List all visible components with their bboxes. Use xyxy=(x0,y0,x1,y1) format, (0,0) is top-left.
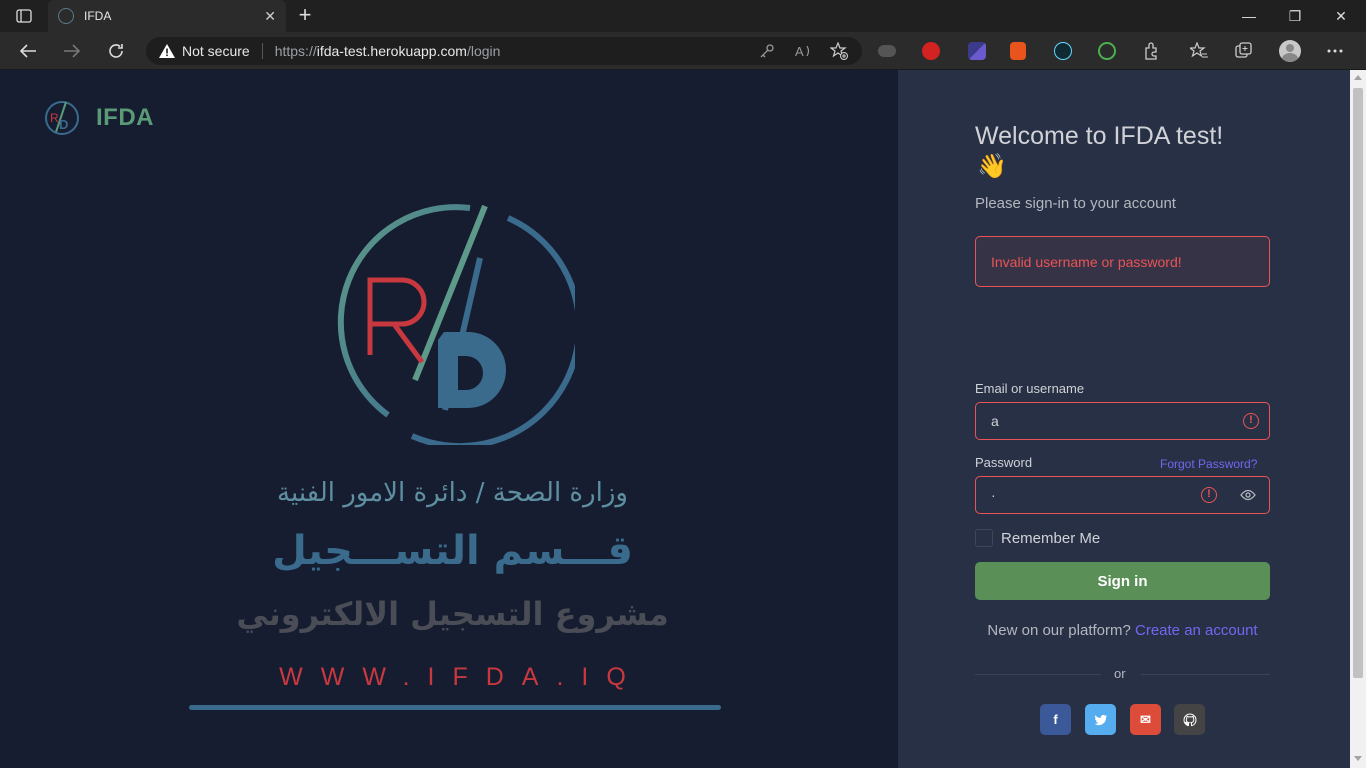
add-favorite-icon[interactable] xyxy=(830,42,848,60)
tab-actions-icon[interactable] xyxy=(8,6,40,26)
twitter-icon xyxy=(1094,714,1107,725)
department-text: قـــسم التســـجيل xyxy=(272,528,633,574)
url-path: /login xyxy=(466,43,501,59)
signin-subtitle: Please sign-in to your account xyxy=(975,195,1176,212)
email-value: a xyxy=(991,413,999,429)
github-button[interactable] xyxy=(1174,704,1205,735)
password-field[interactable]: · xyxy=(975,476,1270,514)
back-button[interactable] xyxy=(16,39,40,63)
create-account-link[interactable]: Create an account xyxy=(1135,622,1258,639)
remember-me-checkbox[interactable] xyxy=(975,529,993,547)
minimize-button[interactable]: — xyxy=(1226,0,1272,32)
new-tab-button[interactable]: + xyxy=(295,3,315,27)
not-secure-label[interactable]: Not secure xyxy=(182,43,250,59)
read-aloud-icon[interactable]: A xyxy=(795,43,813,59)
browser-tabbar: IFDA ✕ + — ❐ ✕ xyxy=(0,0,1366,32)
rd-logo-image xyxy=(337,204,575,445)
extension-adblock-icon[interactable] xyxy=(922,42,940,60)
extensions-icon[interactable] xyxy=(1142,42,1160,60)
extension-pen-icon[interactable] xyxy=(968,42,986,60)
scroll-up-arrow-icon[interactable] xyxy=(1354,75,1362,80)
svg-text:R: R xyxy=(50,111,59,125)
warning-icon xyxy=(159,44,175,58)
hero-panel: R D IFDA وزارة الصحة / دائرة الامور الفن… xyxy=(0,70,898,768)
profile-avatar[interactable] xyxy=(1279,40,1301,62)
site-favicon-icon xyxy=(58,8,74,24)
brand-header[interactable]: R D IFDA xyxy=(44,100,154,136)
svg-text:A: A xyxy=(795,44,804,59)
password-label: Password xyxy=(975,455,1033,470)
close-window-button[interactable]: ✕ xyxy=(1318,0,1364,32)
project-text: مشروع التسجيل الالكتروني xyxy=(236,595,669,633)
favorites-icon[interactable] xyxy=(1190,42,1208,60)
key-icon[interactable] xyxy=(759,43,775,59)
restore-button[interactable]: ❐ xyxy=(1272,0,1318,32)
url-prefix: https:// xyxy=(274,43,317,59)
or-text: or xyxy=(1114,666,1126,681)
refresh-button[interactable] xyxy=(104,39,128,63)
website-text: WWW.IFDA.IQ xyxy=(279,663,644,691)
url-host: ifda-test.herokuapp.com xyxy=(316,43,467,59)
email-field[interactable]: a xyxy=(975,402,1270,440)
email-error-icon: ! xyxy=(1243,413,1259,429)
sign-in-button[interactable]: Sign in xyxy=(975,562,1270,600)
welcome-title: Welcome to IFDA test! xyxy=(975,122,1224,150)
new-on-platform-text: New on our platform? xyxy=(987,622,1131,639)
twitter-button[interactable] xyxy=(1085,704,1116,735)
facebook-icon: f xyxy=(1053,712,1058,727)
address-bar[interactable]: Not secure https://ifda-test.herokuapp.c… xyxy=(146,37,862,65)
extension-vr-icon[interactable] xyxy=(878,45,896,57)
brand-name: IFDA xyxy=(96,104,154,131)
ministry-text: وزارة الصحة / دائرة الامور الفنية xyxy=(277,478,628,508)
browser-toolbar: Not secure https://ifda-test.herokuapp.c… xyxy=(0,32,1366,70)
page-scrollbar[interactable] xyxy=(1350,70,1366,768)
forward-button[interactable] xyxy=(60,39,84,63)
error-alert-text: Invalid username or password! xyxy=(991,253,1182,270)
address-separator xyxy=(261,43,263,59)
extension-c-icon[interactable] xyxy=(1010,42,1026,60)
hero-underline xyxy=(189,705,721,710)
show-password-icon[interactable] xyxy=(1240,489,1256,501)
scrollbar-thumb[interactable] xyxy=(1353,88,1363,678)
email-button[interactable]: ✉ xyxy=(1130,704,1161,735)
svg-text:D: D xyxy=(59,117,68,132)
create-account-row: New on our platform? Create an account xyxy=(975,622,1270,639)
extension-target-icon[interactable] xyxy=(1098,42,1116,60)
password-value: · xyxy=(991,487,996,503)
github-icon xyxy=(1182,712,1197,726)
waving-hand-icon: 👋 xyxy=(977,153,1007,180)
collections-icon[interactable] xyxy=(1235,42,1253,60)
password-error-icon: ! xyxy=(1201,487,1217,503)
tab-close-icon[interactable]: ✕ xyxy=(264,8,276,25)
browser-tab-active[interactable]: IFDA ✕ xyxy=(48,0,286,32)
brand-logo-icon: R D xyxy=(45,101,79,135)
or-divider: or xyxy=(975,666,1270,682)
remember-me[interactable]: Remember Me xyxy=(975,529,1100,547)
tab-title: IFDA xyxy=(84,9,112,23)
email-icon: ✉ xyxy=(1140,711,1151,727)
divider-line-left xyxy=(975,674,1101,675)
forgot-password-link[interactable]: Forgot Password? xyxy=(1160,457,1257,471)
facebook-button[interactable]: f xyxy=(1040,704,1071,735)
extension-react-icon[interactable] xyxy=(1054,42,1072,60)
more-menu-icon[interactable] xyxy=(1327,49,1343,53)
scroll-down-arrow-icon[interactable] xyxy=(1354,756,1362,761)
divider-line-right xyxy=(1141,674,1270,675)
url-text: https://ifda-test.herokuapp.com/login xyxy=(275,43,501,59)
error-alert: Invalid username or password! xyxy=(975,236,1270,287)
remember-me-label[interactable]: Remember Me xyxy=(1001,530,1100,547)
email-label: Email or username xyxy=(975,381,1085,396)
